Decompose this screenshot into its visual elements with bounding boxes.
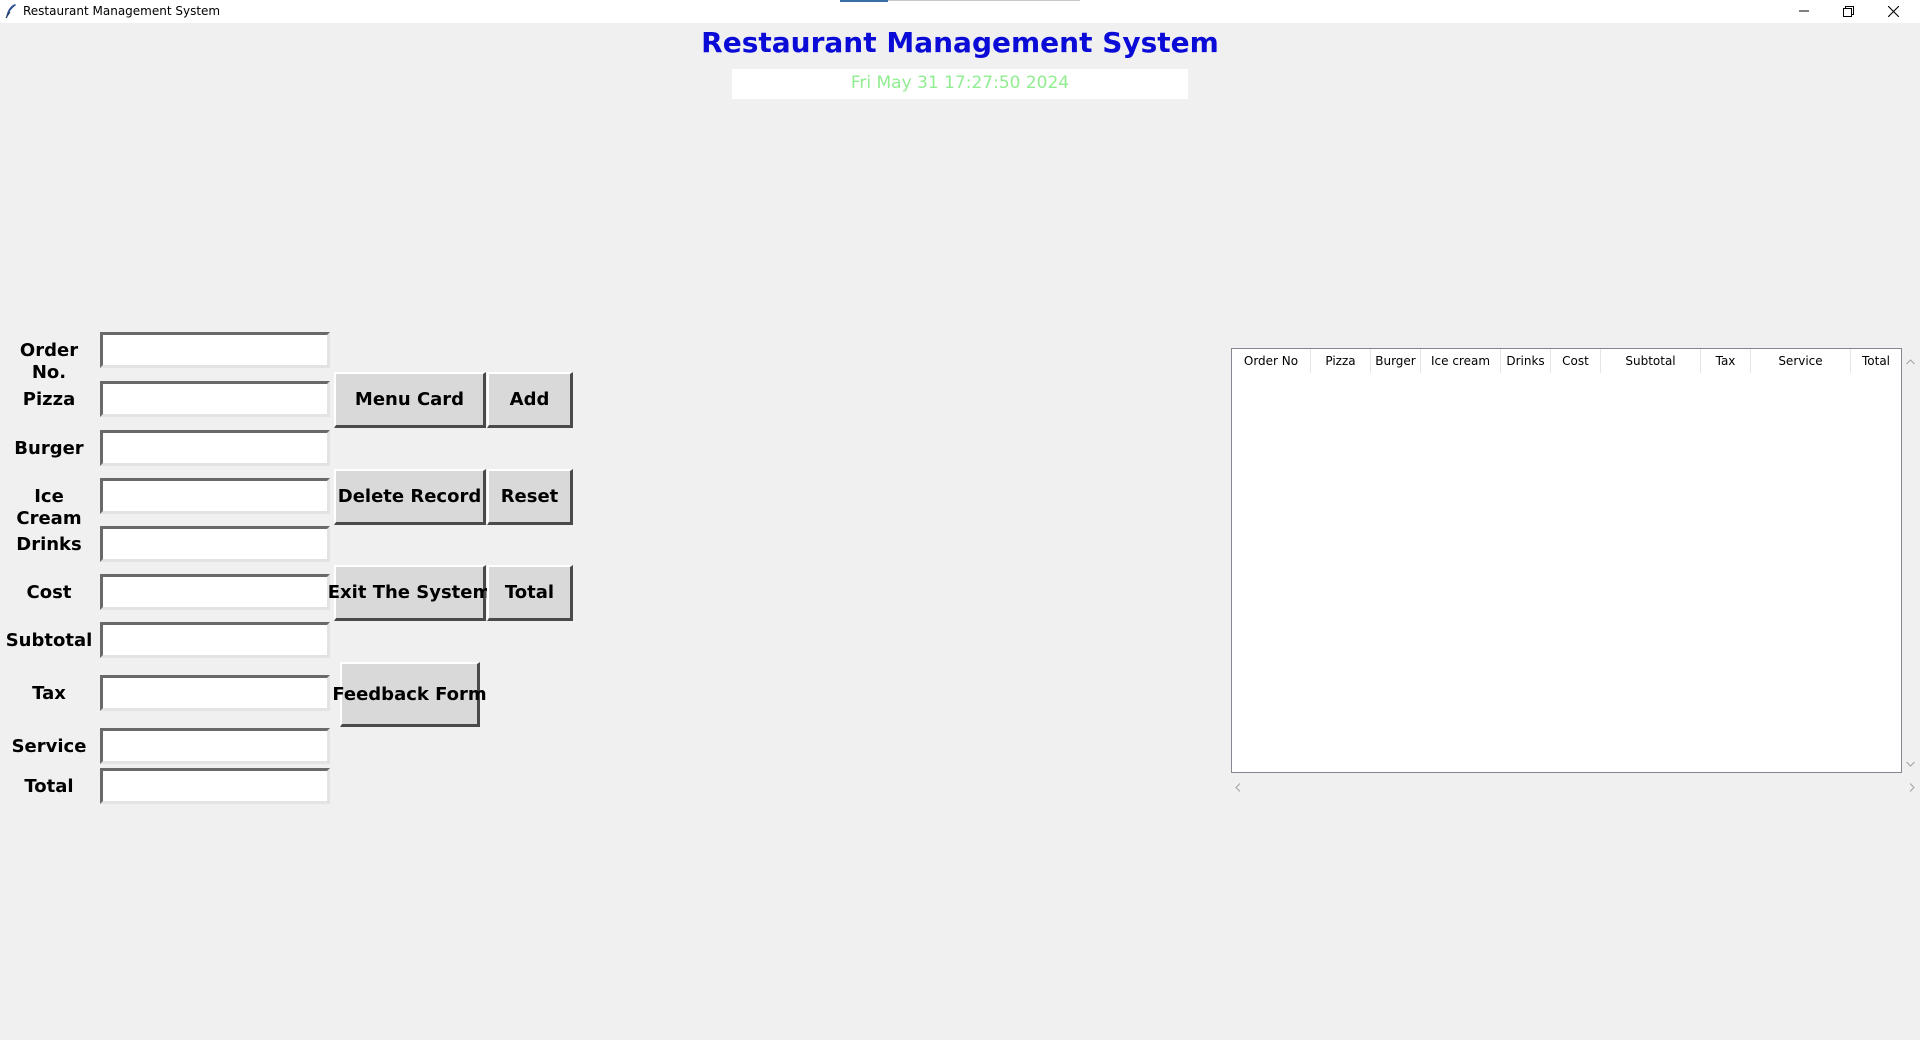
vertical-scrollbar[interactable] <box>1902 348 1919 773</box>
scroll-up-icon[interactable] <box>1906 350 1915 369</box>
service-label: Service <box>11 736 87 757</box>
total-field[interactable] <box>100 768 330 804</box>
ice-cream-field[interactable] <box>100 478 330 514</box>
records-table[interactable]: Order No Pizza Burger Ice cream Drinks C… <box>1231 348 1902 773</box>
column-header-order-no[interactable]: Order No <box>1232 349 1311 373</box>
scroll-left-icon[interactable] <box>1235 777 1241 796</box>
pizza-field[interactable] <box>100 381 330 417</box>
column-header-subtotal[interactable]: Subtotal <box>1601 349 1701 373</box>
table-header: Order No Pizza Burger Ice cream Drinks C… <box>1232 349 1901 374</box>
column-header-ice-cream[interactable]: Ice cream <box>1421 349 1501 373</box>
column-header-pizza[interactable]: Pizza <box>1311 349 1371 373</box>
order-no-field[interactable] <box>100 332 330 368</box>
total-label: Total <box>24 776 74 797</box>
add-button[interactable]: Add <box>487 372 573 428</box>
clock-label: Fri May 31 17:27:50 2024 <box>850 73 1070 93</box>
column-header-total[interactable]: Total <box>1851 349 1901 373</box>
service-field[interactable] <box>100 728 330 764</box>
horizontal-scrollbar[interactable] <box>1231 773 1919 792</box>
reset-button[interactable]: Reset <box>487 469 573 525</box>
column-header-burger[interactable]: Burger <box>1371 349 1421 373</box>
drinks-label: Drinks <box>16 534 82 555</box>
tax-field[interactable] <box>100 675 330 711</box>
subtotal-field[interactable] <box>100 622 330 658</box>
close-icon <box>1888 5 1899 17</box>
tax-label: Tax <box>32 683 66 704</box>
titlebar-accent <box>840 0 888 2</box>
pizza-label: Pizza <box>22 389 76 410</box>
close-button[interactable] <box>1871 0 1916 22</box>
burger-field[interactable] <box>100 430 330 466</box>
feedback-form-button[interactable]: Feedback Form <box>332 662 487 727</box>
window-titlebar: Restaurant Management System <box>0 0 1920 23</box>
exit-system-button[interactable]: Exit The System <box>328 565 491 621</box>
page-title: Restaurant Management System <box>701 26 1219 59</box>
drinks-field[interactable] <box>100 526 330 562</box>
subtotal-label: Subtotal <box>5 630 93 651</box>
column-header-service[interactable]: Service <box>1751 349 1851 373</box>
column-header-cost[interactable]: Cost <box>1551 349 1601 373</box>
ice-cream-label: Ice Cream <box>16 486 82 529</box>
menu-card-button[interactable]: Menu Card <box>334 372 486 428</box>
minimize-button[interactable] <box>1781 0 1826 22</box>
window-title: Restaurant Management System <box>23 4 221 18</box>
column-header-drinks[interactable]: Drinks <box>1501 349 1551 373</box>
titlebar-accent-line <box>888 0 1080 1</box>
maximize-button[interactable] <box>1826 0 1871 22</box>
minimize-icon <box>1798 6 1809 16</box>
maximize-icon <box>1843 5 1854 17</box>
scroll-right-icon[interactable] <box>1909 777 1915 796</box>
feather-icon <box>4 3 18 19</box>
delete-record-button[interactable]: Delete Record <box>334 469 486 525</box>
scroll-down-icon[interactable] <box>1906 752 1915 771</box>
cost-label: Cost <box>26 582 72 603</box>
cost-field[interactable] <box>100 574 330 610</box>
column-header-tax[interactable]: Tax <box>1701 349 1751 373</box>
total-button[interactable]: Total <box>487 565 573 621</box>
burger-label: Burger <box>14 438 84 459</box>
order-no-label: Order No. <box>19 340 79 383</box>
